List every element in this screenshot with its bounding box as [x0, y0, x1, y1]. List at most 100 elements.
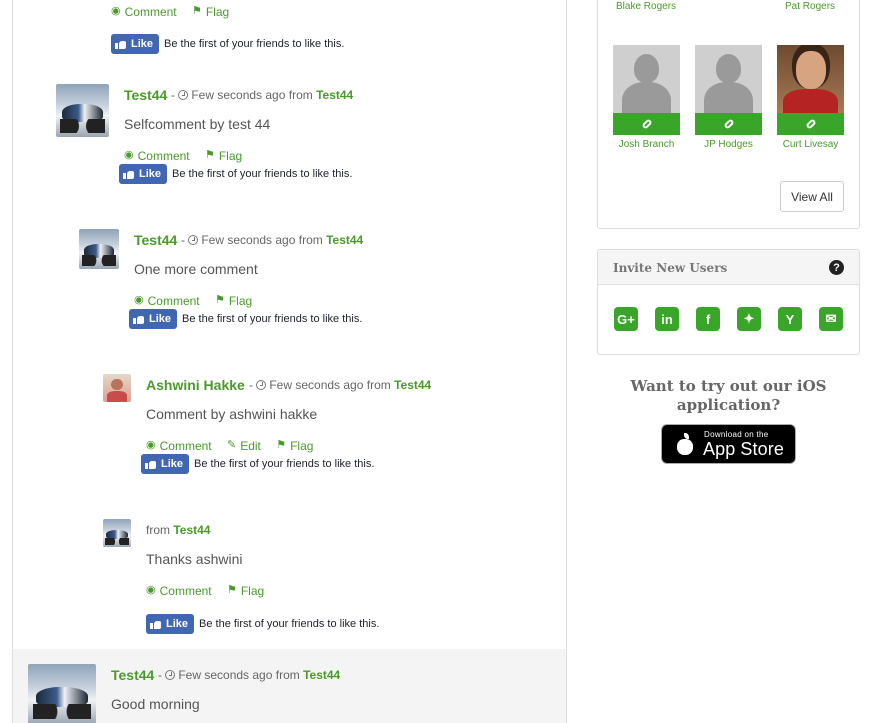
friend-card[interactable]: Curt Livesay — [777, 45, 844, 150]
flag-icon: ⚑ — [276, 439, 287, 451]
default-avatar — [695, 45, 762, 113]
comment-link[interactable]: ◉ Comment — [111, 5, 177, 19]
facebook-like-button[interactable]: Like — [141, 454, 190, 474]
pencil-icon: ✎ — [226, 439, 237, 451]
friend-link-button[interactable] — [613, 113, 680, 135]
comment-icon: ◉ — [146, 584, 156, 596]
help-icon[interactable]: ? — [829, 260, 844, 275]
source-link[interactable]: Test44 — [394, 378, 431, 392]
friend-card[interactable]: JP Hodges — [695, 45, 762, 150]
source-link[interactable]: Test44 — [316, 88, 353, 102]
source-link[interactable]: Test44 — [303, 668, 340, 682]
flag-icon: ⚑ — [191, 5, 202, 17]
invite-title: Invite New Users — [613, 261, 728, 275]
like-prompt: Be the first of your friends to like thi… — [164, 38, 345, 50]
friend-name[interactable]: Blake Rogers — [616, 1, 676, 12]
facebook-like-widget: Like Be the first of your friends to lik… — [119, 164, 352, 184]
friend-link-button[interactable] — [777, 113, 844, 135]
like-label: Like — [139, 168, 162, 180]
flag-link-label: Flag — [290, 438, 314, 453]
avatar[interactable] — [28, 664, 96, 723]
link-icon — [640, 118, 653, 130]
like-label: Like — [131, 38, 154, 50]
facebook-like-widget: Like Be the first of your friends to lik… — [146, 614, 379, 634]
comment-icon: ◉ — [134, 294, 144, 306]
like-prompt: Be the first of your friends to like thi… — [172, 168, 353, 180]
facebook-icon[interactable]: f — [696, 307, 720, 331]
friend-link-button[interactable] — [695, 113, 762, 135]
avatar[interactable] — [103, 374, 131, 402]
thumbs-up-icon — [133, 314, 144, 324]
comment-text: One more comment — [134, 261, 258, 277]
comment-time: Few seconds ago — [201, 233, 296, 247]
comment-author[interactable]: Test44 — [111, 667, 154, 683]
comment-author[interactable]: Ashwini Hakke — [146, 377, 245, 393]
comment-author[interactable]: Test44 — [124, 87, 167, 103]
flag-icon: ⚑ — [226, 584, 237, 596]
friend-name[interactable]: Curt Livesay — [777, 139, 844, 150]
comment-author[interactable]: Test44 — [134, 232, 177, 248]
view-all-button[interactable]: View All — [780, 181, 844, 212]
invite-header: Invite New Users ? — [598, 250, 859, 285]
link-icon — [722, 118, 735, 130]
facebook-like-button[interactable]: Like — [111, 34, 160, 54]
flag-link-label: Flag — [205, 4, 230, 19]
flag-link-label: Flag — [228, 293, 253, 308]
source-link[interactable]: Test44 — [326, 233, 363, 247]
meta-separator: - — [158, 668, 166, 682]
from-label: from — [275, 668, 300, 682]
friend-card[interactable]: Josh Branch — [613, 45, 680, 150]
flag-link[interactable]: ⚑ Flag — [276, 439, 313, 453]
comment-time: Few seconds ago — [178, 668, 273, 682]
comment-actions: ◉ Comment ⚑ Flag — [134, 292, 264, 308]
comment-text: Comment by ashwini hakke — [146, 406, 318, 422]
app-store-badge[interactable]: Download on the App Store — [661, 424, 796, 464]
edit-link[interactable]: ✎ Edit — [227, 439, 261, 453]
friend-name[interactable]: Pat Rogers — [785, 1, 835, 12]
source-link[interactable]: Test44 — [173, 523, 210, 537]
thumbs-up-icon — [145, 459, 156, 469]
comment-link[interactable]: ◉ Comment — [146, 439, 212, 453]
facebook-like-button[interactable]: Like — [129, 309, 178, 329]
badge-big-text: App Store — [703, 439, 784, 459]
like-prompt: Be the first of your friends to like thi… — [194, 458, 375, 470]
friend-name[interactable]: JP Hodges — [695, 139, 762, 150]
comment-link-label: Comment — [137, 148, 190, 163]
flag-link[interactable]: ⚑ Flag — [227, 584, 264, 598]
comment-link[interactable]: ◉ Comment — [134, 294, 200, 308]
facebook-like-button[interactable]: Like — [146, 614, 195, 634]
facebook-like-widget: Like Be the first of your friends to lik… — [129, 309, 362, 329]
ycombinator-icon[interactable]: Y — [778, 307, 802, 331]
flag-link[interactable]: ⚑ Flag — [205, 149, 242, 163]
email-icon[interactable]: ✉ — [819, 307, 843, 331]
comment-link-label: Comment — [124, 4, 177, 19]
avatar[interactable] — [56, 84, 109, 137]
flag-link[interactable]: ⚑ Flag — [192, 5, 229, 19]
edit-link-label: Edit — [240, 438, 261, 453]
avatar[interactable] — [103, 519, 131, 547]
comment-link[interactable]: ◉ Comment — [146, 584, 212, 598]
thumbs-up-icon — [123, 169, 134, 179]
google-plus-icon[interactable]: G+ — [614, 307, 638, 331]
comment-link-label: Comment — [147, 293, 200, 308]
like-prompt: Be the first of your friends to like thi… — [182, 313, 363, 325]
meta-separator: - — [181, 233, 189, 247]
clock-icon — [165, 670, 176, 680]
comment-link-label: Comment — [159, 583, 212, 598]
like-label: Like — [149, 313, 172, 325]
like-prompt: Be the first of your friends to like thi… — [199, 618, 380, 630]
facebook-like-button[interactable]: Like — [119, 164, 168, 184]
avatar[interactable] — [79, 229, 119, 269]
flag-link[interactable]: ⚑ Flag — [215, 294, 252, 308]
comment-meta: - Few seconds ago from Test44 — [158, 668, 340, 682]
page: ◉ Comment ⚑ Flag Like Be the first of your… — [0, 0, 896, 723]
clock-icon — [178, 90, 189, 100]
friend-name[interactable]: Josh Branch — [613, 139, 680, 150]
flag-link-label: Flag — [218, 148, 243, 163]
ios-promo-line2: application? — [676, 396, 781, 414]
badge-small-text: Download on the — [704, 430, 769, 439]
linkedin-icon[interactable]: in — [655, 307, 679, 331]
twitter-icon[interactable]: ✦ — [737, 307, 761, 331]
comment-link[interactable]: ◉ Comment — [124, 149, 190, 163]
invite-panel: Invite New Users ? G+ in f ✦ Y ✉ — [597, 249, 860, 355]
